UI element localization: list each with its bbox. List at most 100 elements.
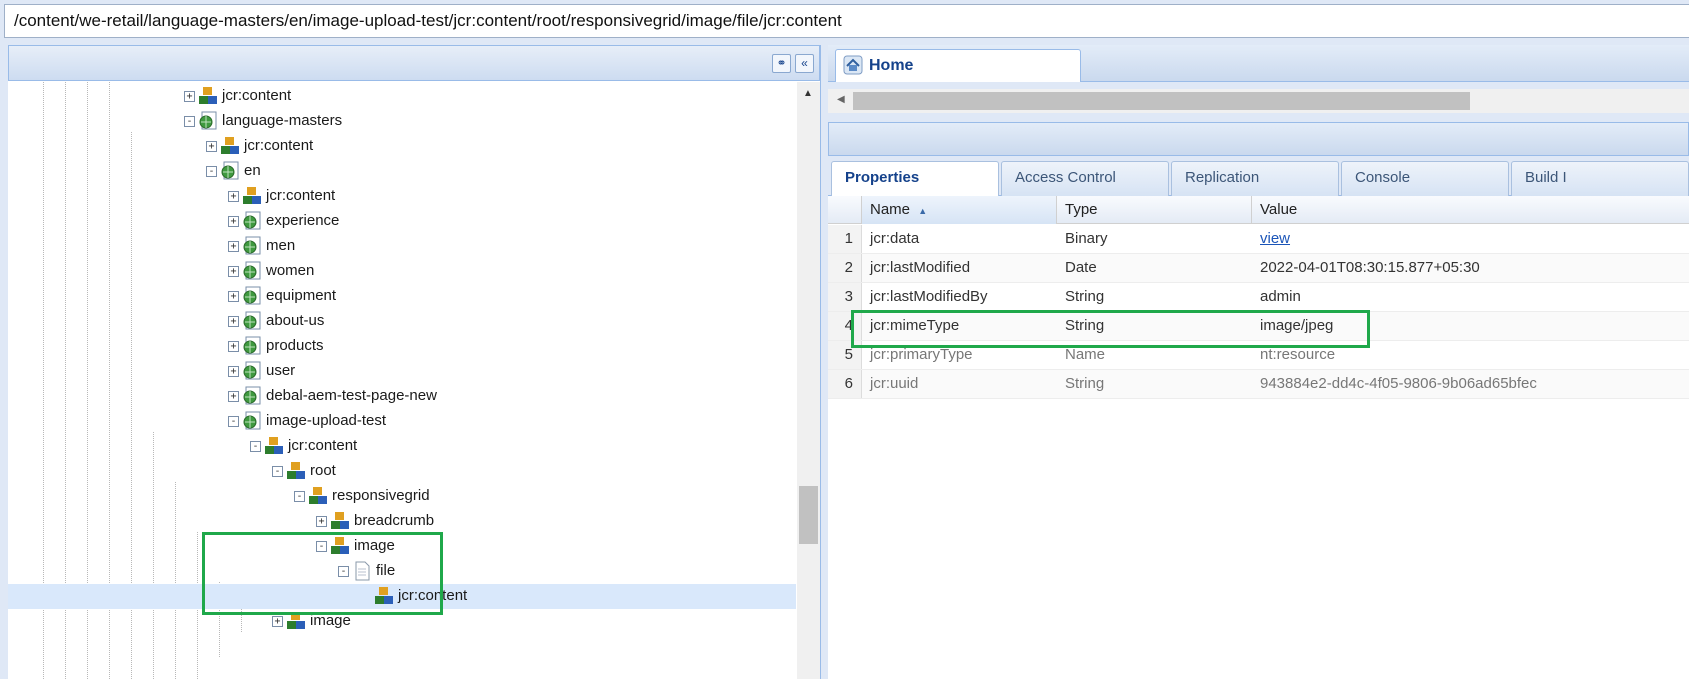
tree-node[interactable]: + about-us [8, 309, 796, 334]
address-bar[interactable]: /content/we-retail/language-masters/en/i… [4, 4, 1689, 38]
expand-icon[interactable]: + [228, 291, 239, 302]
property-row[interactable]: 3 jcr:lastModifiedBy String admin [828, 283, 1689, 312]
tab-replication[interactable]: Replication [1171, 161, 1339, 196]
tree-node[interactable]: - responsivegrid [8, 484, 796, 509]
expand-icon[interactable]: + [206, 141, 217, 152]
type-cell: Date [1065, 259, 1097, 276]
expand-icon[interactable]: + [228, 391, 239, 402]
name-cell: jcr:mimeType [870, 317, 960, 334]
collapse-icon[interactable]: - [228, 416, 239, 427]
scroll-up-icon[interactable]: ▲ [803, 88, 813, 99]
property-row[interactable]: 5 jcr:primaryType Name nt:resource [828, 341, 1689, 370]
tree-node[interactable]: + men [8, 234, 796, 259]
column-name-label: Name [870, 201, 911, 218]
component-node-icon [331, 537, 349, 554]
tree-panel-header: ⚭ « [8, 45, 820, 81]
column-header-value[interactable]: Value [1252, 196, 1689, 224]
row-number: 6 [828, 370, 862, 398]
tree-node[interactable]: + user [8, 359, 796, 384]
type-cell: String [1065, 317, 1105, 334]
expand-icon[interactable]: + [228, 316, 239, 327]
expand-icon[interactable]: + [228, 191, 239, 202]
tree-node-label: jcr:content [222, 87, 292, 104]
tree-node[interactable]: + equipment [8, 284, 796, 309]
tree-node[interactable]: + experience [8, 209, 796, 234]
property-row[interactable]: 6 jcr:uuid String 943884e2-dd4c-4f05-9806-9… [828, 370, 1689, 399]
expand-icon[interactable]: + [228, 241, 239, 252]
component-node-icon [309, 487, 327, 504]
expand-icon[interactable]: + [184, 91, 195, 102]
double-chevron-left-icon[interactable]: « [795, 54, 814, 73]
property-row[interactable]: 2 jcr:lastModified Date 2022-04-01T08:30:15… [828, 254, 1689, 283]
tree-node-label: breadcrumb [354, 512, 435, 529]
expand-icon[interactable]: + [272, 616, 283, 627]
collapse-icon[interactable]: - [206, 166, 217, 177]
tree-node[interactable]: - en [8, 159, 796, 184]
binoculars-icon[interactable]: ⚭ [772, 54, 791, 73]
view-link[interactable]: view [1260, 230, 1290, 247]
properties-grid: Name ▲ Type Value 1 jcr:data Binary view 2 jc… [828, 196, 1689, 679]
collapse-icon[interactable]: - [338, 566, 349, 577]
collapse-icon[interactable]: - [184, 116, 195, 127]
tree-node[interactable]: + women [8, 259, 796, 284]
expand-icon[interactable]: + [228, 341, 239, 352]
horizontal-scrollbar[interactable]: ◀ [828, 89, 1689, 113]
tree-node[interactable]: - language-masters [8, 109, 796, 134]
name-cell: jcr:lastModified [870, 259, 971, 276]
collapse-icon[interactable]: - [272, 466, 283, 477]
page-icon [221, 161, 239, 180]
tab-access-control[interactable]: Access Control [1001, 161, 1169, 196]
property-row[interactable]: 1 jcr:data Binary view [828, 225, 1689, 254]
type-cell: Name [1065, 346, 1106, 363]
tab-build[interactable]: Build I [1511, 161, 1689, 196]
tree-node-label: products [266, 337, 324, 354]
scroll-left-icon[interactable]: ◀ [837, 94, 845, 105]
tab-home[interactable]: Home [835, 49, 1081, 82]
tree-node[interactable]: - root [8, 459, 796, 484]
properties-toolbar [828, 122, 1689, 156]
tree-node[interactable]: + products [8, 334, 796, 359]
name-cell: jcr:data [870, 230, 920, 247]
page-icon [243, 311, 261, 330]
type-cell: String [1065, 288, 1105, 305]
tree-node[interactable]: + jcr:content [8, 84, 796, 109]
collapse-icon[interactable]: - [316, 541, 327, 552]
property-row[interactable]: 4 jcr:mimeType String image/jpeg [828, 312, 1689, 341]
tree-node[interactable]: + jcr:content [8, 134, 796, 159]
tree-node[interactable]: - image-upload-test [8, 409, 796, 434]
scrollbar-thumb[interactable] [799, 486, 818, 544]
tree-node-label: image-upload-test [266, 412, 387, 429]
expand-icon[interactable]: + [228, 366, 239, 377]
tree-node-label: responsivegrid [332, 487, 430, 504]
tree-node[interactable]: jcr:content [8, 584, 796, 609]
page-icon [199, 111, 217, 130]
tree-scrollbar[interactable]: ▲ [797, 82, 820, 679]
tree-node[interactable]: + image [8, 609, 796, 634]
tree-node[interactable]: + debal-aem-test-page-new [8, 384, 796, 409]
tree-panel: ⚭ « + jcr:content - language-masters + jcr:co… [8, 45, 821, 679]
tree-node-label: language-masters [222, 112, 343, 129]
tree-node[interactable]: + breadcrumb [8, 509, 796, 534]
tree-node[interactable]: - image [8, 534, 796, 559]
value-cell: view [1260, 225, 1290, 253]
component-node-icon [287, 462, 305, 479]
tree-node-label: debal-aem-test-page-new [266, 387, 437, 404]
page-icon [243, 286, 261, 305]
tab-properties[interactable]: Properties [831, 161, 999, 197]
expand-icon[interactable]: + [228, 216, 239, 227]
tab-console[interactable]: Console [1341, 161, 1509, 196]
tree-node[interactable]: + jcr:content [8, 184, 796, 209]
tree-node-label: jcr:content [288, 437, 358, 454]
tree-node[interactable]: - jcr:content [8, 434, 796, 459]
expand-icon[interactable]: + [228, 266, 239, 277]
column-header-name[interactable]: Name ▲ [862, 196, 1057, 224]
scrollbar-thumb[interactable] [853, 92, 1470, 110]
home-tab-strip: Home [828, 45, 1689, 82]
tree-node-label: men [266, 237, 296, 254]
column-header-type[interactable]: Type [1057, 196, 1252, 224]
collapse-icon[interactable]: - [250, 441, 261, 452]
expand-icon[interactable]: + [316, 516, 327, 527]
collapse-icon[interactable]: - [294, 491, 305, 502]
tree-node[interactable]: - file [8, 559, 796, 584]
page-icon [243, 386, 261, 405]
